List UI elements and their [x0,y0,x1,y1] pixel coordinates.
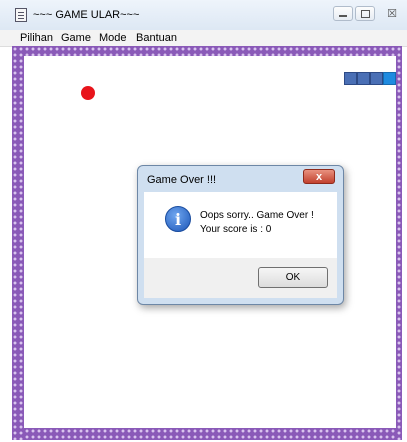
minimize-button[interactable] [333,6,353,21]
minimize-icon [339,14,347,17]
dialog-body: i Oops sorry.. Game Over ! Your score is… [144,192,337,258]
title-bar[interactable]: ~~~ GAME ULAR~~~ ☒ [0,0,407,30]
menu-mode[interactable]: Mode [99,32,127,44]
window-title: ~~~ GAME ULAR~~~ [33,9,140,21]
menu-bantuan[interactable]: Bantuan [136,32,177,44]
app-icon [15,8,27,22]
maximize-icon [360,9,370,18]
food-pellet [81,86,95,100]
snake-head [383,72,396,85]
score-message: Your score is : 0 [200,224,272,235]
wall-right [396,46,402,440]
menu-game[interactable]: Game [61,32,91,44]
menu-bar: Pilihan Game Mode Bantuan [0,30,407,47]
game-over-dialog: Game Over !!! x i Oops sorry.. Game Over… [137,165,344,305]
close-button[interactable]: ☒ [382,6,402,21]
game-window: ~~~ GAME ULAR~~~ ☒ Pilihan Game Mode Ban… [0,0,407,442]
dialog-message: Oops sorry.. Game Over ! [200,210,314,221]
ok-button[interactable]: OK [258,267,328,288]
maximize-button[interactable] [355,6,375,21]
dialog-close-button[interactable]: x [303,169,335,184]
menu-pilihan[interactable]: Pilihan [20,32,53,44]
snake-segment [344,72,357,85]
info-icon: i [165,206,191,232]
wall-bottom [12,428,402,440]
snake-segment [357,72,370,85]
snake-segment [370,72,383,85]
wall-left [12,46,24,440]
dialog-title: Game Over !!! [147,174,217,186]
wall-top [12,46,402,56]
dialog-footer: OK [144,258,337,298]
